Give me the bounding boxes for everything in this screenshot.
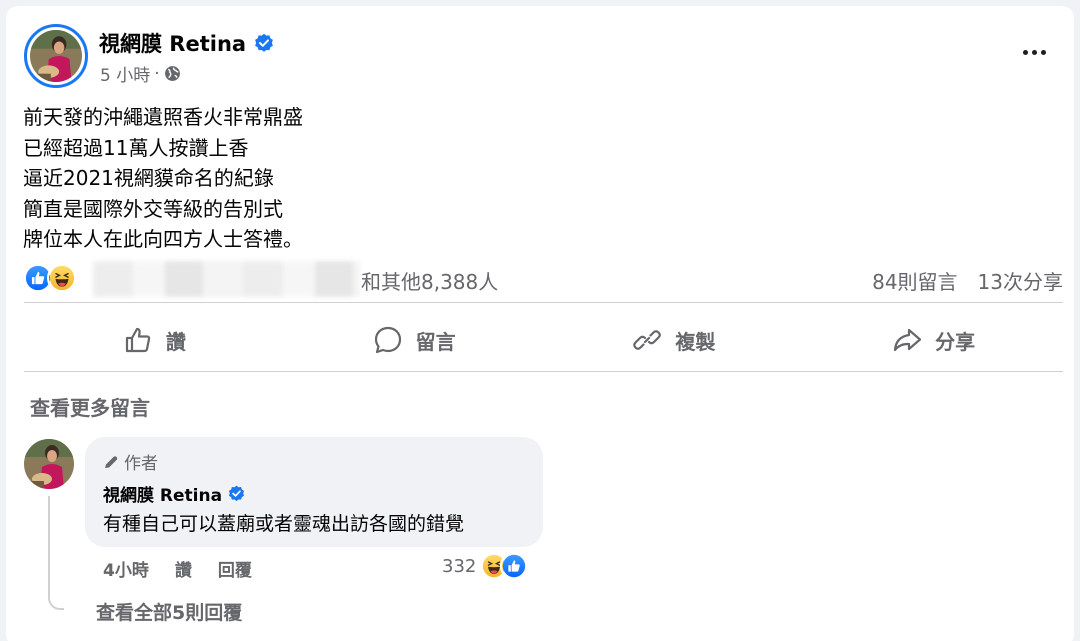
- copy-button[interactable]: 複製: [544, 309, 804, 371]
- comment-meta: 4小時 讚 回覆: [103, 556, 252, 581]
- author-badge-label: 作者: [124, 454, 158, 474]
- comment-bubble-icon: [374, 326, 401, 354]
- post-line: 已經超過11萬人按讚上香: [23, 135, 249, 160]
- blurred-names: [93, 261, 360, 297]
- comment-author[interactable]: 視網膜 Retina: [103, 481, 245, 506]
- reaction-others-text[interactable]: 和其他8,388人: [361, 266, 498, 295]
- haha-reaction-icon: [47, 263, 77, 293]
- author-badge: 作者: [103, 449, 158, 474]
- comments-count[interactable]: 84則留言: [872, 266, 957, 295]
- post-text: 前天發的沖繩遺照香火非常鼎盛 已經超過11萬人按讚上香 逼近2021視網貘命名的…: [23, 102, 303, 255]
- comment-like-button[interactable]: 讚: [175, 556, 192, 581]
- divider: [24, 302, 1063, 303]
- share-button[interactable]: 分享: [803, 309, 1063, 371]
- meta-separator: ·: [154, 63, 160, 84]
- page-avatar[interactable]: [24, 24, 88, 88]
- share-label: 分享: [935, 329, 976, 354]
- post-meta: 5 小時 ·: [100, 61, 181, 86]
- post-line: 前天發的沖繩遺照香火非常鼎盛: [23, 105, 303, 129]
- comment-button[interactable]: 留言: [284, 309, 544, 371]
- see-more-comments-link[interactable]: 查看更多留言: [30, 392, 150, 421]
- comment-reaction-count: 332: [442, 555, 477, 577]
- like-button[interactable]: 讚: [24, 309, 284, 371]
- link-icon: [633, 330, 662, 350]
- shares-count[interactable]: 13次分享: [978, 266, 1063, 295]
- verified-badge-icon: [255, 33, 273, 52]
- post-line: 簡直是國際外交等級的告別式: [23, 196, 283, 221]
- comment-bubble: 作者 視網膜 Retina 有種自己可以蓋廟或者靈魂出訪各國的錯覺: [85, 437, 543, 547]
- reply-thread-line: [48, 496, 64, 610]
- thumbs-up-icon: [125, 327, 151, 353]
- comment-time[interactable]: 4小時: [103, 556, 149, 581]
- comment-label: 留言: [415, 329, 456, 354]
- post-counts: 84則留言 13次分享: [872, 266, 1063, 295]
- page-name-link[interactable]: 視網膜 Retina: [99, 28, 274, 58]
- post-card: 視網膜 Retina 5 小時 · 前天發的沖繩遺照香火非常鼎盛 已經超過11萬…: [6, 6, 1074, 641]
- like-reaction-icon: [500, 552, 529, 580]
- reactions-summary: 和其他8,388人 84則留言 13次分享: [23, 261, 1063, 297]
- verified-badge-icon: [229, 485, 245, 501]
- pen-icon: [105, 455, 118, 468]
- divider: [24, 371, 1063, 372]
- comment-reactions[interactable]: 332: [442, 552, 529, 580]
- comment-avatar[interactable]: [24, 439, 74, 489]
- more-options-icon[interactable]: [1016, 40, 1052, 64]
- copy-label: 複製: [675, 329, 716, 354]
- post-actions: 讚 留言 複製 分享: [24, 309, 1063, 371]
- page-name[interactable]: 視網膜 Retina: [99, 28, 246, 58]
- comment-reply-button[interactable]: 回覆: [218, 556, 252, 581]
- comment-text: 有種自己可以蓋廟或者靈魂出訪各國的錯覺: [103, 513, 465, 535]
- share-arrow-icon: [894, 328, 922, 352]
- globe-icon: [164, 66, 180, 81]
- view-all-replies-link[interactable]: 查看全部5則回覆: [96, 598, 242, 625]
- post-line: 牌位本人在此向四方人士答禮。: [23, 227, 303, 251]
- like-label: 讚: [165, 329, 186, 354]
- comment-author-name[interactable]: 視網膜 Retina: [103, 481, 222, 506]
- post-line: 逼近2021視網貘命名的紀錄: [23, 166, 274, 190]
- reaction-icons[interactable]: [23, 263, 77, 293]
- page-avatar-image: [30, 30, 82, 82]
- post-time[interactable]: 5 小時: [100, 61, 150, 86]
